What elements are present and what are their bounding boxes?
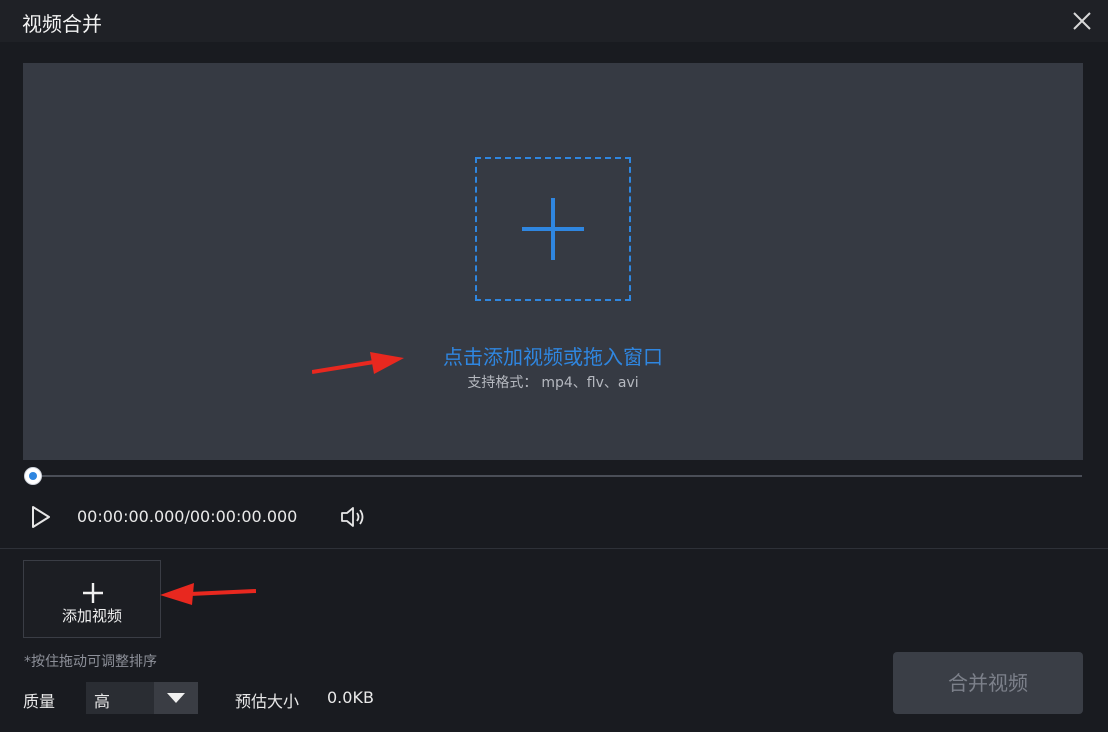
annotation-arrow-icon bbox=[312, 352, 404, 374]
formats-label: 支持格式： bbox=[467, 375, 538, 391]
volume-icon[interactable] bbox=[340, 506, 366, 528]
seek-bar-thumb[interactable] bbox=[24, 467, 42, 485]
add-video-button[interactable]: 添加视频 bbox=[23, 560, 161, 638]
video-preview-area[interactable]: 点击添加视频或拖入窗口 支持格式： mp4、flv、avi bbox=[23, 63, 1083, 460]
plus-icon bbox=[83, 583, 103, 603]
add-video-link[interactable]: 点击添加视频或拖入窗口 bbox=[23, 341, 1083, 370]
seek-bar-track[interactable] bbox=[30, 475, 1082, 477]
estimated-size-value: 0.0KB bbox=[327, 688, 374, 707]
section-divider bbox=[0, 548, 1108, 549]
annotation-arrow-icon bbox=[160, 583, 256, 605]
supported-formats: 支持格式： mp4、flv、avi bbox=[23, 372, 1083, 392]
quality-selected-value: 高 bbox=[94, 692, 111, 711]
chevron-down-icon[interactable] bbox=[154, 682, 198, 714]
drag-reorder-hint: *按住拖动可调整排序 bbox=[24, 654, 157, 670]
add-video-drop-zone[interactable] bbox=[475, 157, 631, 301]
video-merge-dialog: 视频合并 点击添加视频或拖入窗口 支持格式： mp4、flv、avi 00:00:… bbox=[0, 0, 1108, 732]
quality-select[interactable]: 高 bbox=[86, 682, 198, 714]
estimated-size-label: 预估大小 bbox=[235, 692, 300, 711]
merge-video-button[interactable]: 合并视频 bbox=[893, 652, 1083, 714]
timecode: 00:00:00.000/00:00:00.000 bbox=[77, 507, 298, 526]
quality-label: 质量 bbox=[23, 692, 56, 711]
formats-value: mp4、flv、avi bbox=[541, 375, 639, 391]
close-icon[interactable] bbox=[1070, 9, 1094, 33]
plus-icon bbox=[522, 198, 584, 260]
dialog-title: 视频合并 bbox=[22, 12, 102, 36]
add-video-label: 添加视频 bbox=[61, 607, 122, 625]
play-icon[interactable] bbox=[30, 505, 52, 529]
title-bar: 视频合并 bbox=[0, 0, 1108, 42]
